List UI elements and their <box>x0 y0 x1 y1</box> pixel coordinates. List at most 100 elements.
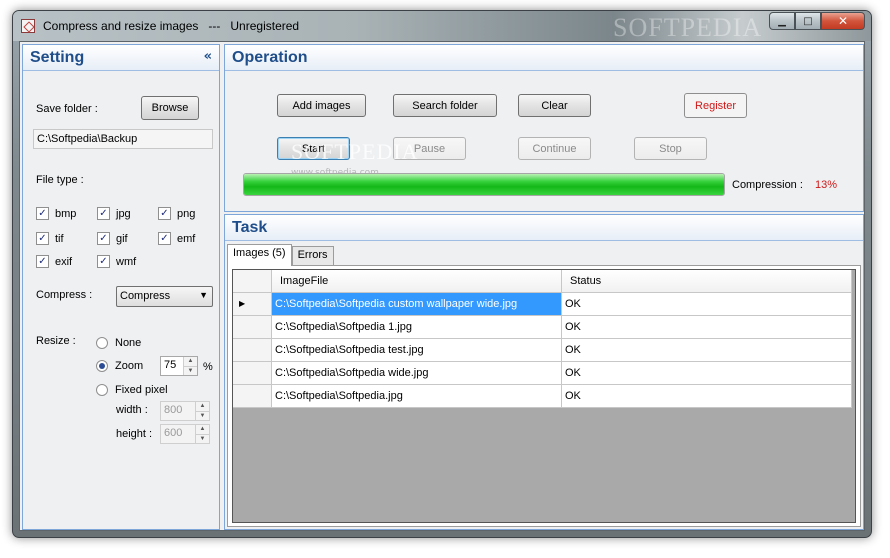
cell-imagefile[interactable]: C:\Softpedia\Softpedia 1.jpg <box>272 316 562 339</box>
radio-zoom[interactable]: Zoom <box>96 360 143 372</box>
grid-header-row: ImageFile Status <box>233 270 852 293</box>
radio-none[interactable]: None <box>96 337 141 349</box>
zoom-unit: % <box>203 361 213 373</box>
check-icon: ✓ <box>36 232 49 245</box>
image-grid[interactable]: ImageFile Status ▶ C:\Softpedia\Softpedi… <box>232 269 856 523</box>
cell-imagefile[interactable]: C:\Softpedia\Softpedia test.jpg <box>272 339 562 362</box>
radio-circle <box>96 384 108 396</box>
row-header[interactable] <box>233 316 272 339</box>
zoom-stepper[interactable]: 75 ▲ ▼ <box>160 356 198 376</box>
dropdown-arrow-icon: ▼ <box>199 290 208 300</box>
table-row[interactable]: C:\Softpedia\Softpedia 1.jpg OK <box>233 316 852 339</box>
table-row[interactable]: ▶ C:\Softpedia\Softpedia custom wallpape… <box>233 293 852 316</box>
compress-select-value: Compress <box>120 290 171 302</box>
window-title: Compress and resize images --- Unregiste… <box>43 19 300 33</box>
cell-status[interactable]: OK <box>562 362 852 385</box>
height-stepper[interactable]: 600 ▲ ▼ <box>160 424 210 444</box>
radio-circle-selected <box>96 360 108 372</box>
maximize-button[interactable]: □ <box>795 12 821 30</box>
table-row[interactable]: C:\Softpedia\Softpedia wide.jpg OK <box>233 362 852 385</box>
setting-panel: Setting « Save folder : Browse C:\Softpe… <box>22 44 220 530</box>
resize-label: Resize : <box>36 335 76 347</box>
corner-header <box>233 270 272 293</box>
start-button[interactable]: Start <box>277 137 350 160</box>
chevron-down-icon: ▼ <box>196 433 209 443</box>
row-header[interactable] <box>233 385 272 408</box>
chevron-up-icon: ▲ <box>196 402 209 411</box>
compress-label: Compress : <box>36 289 93 301</box>
chevron-up-icon: ▲ <box>196 425 209 434</box>
checkbox-png[interactable]: ✓ png <box>158 207 195 220</box>
continue-button[interactable]: Continue <box>518 137 591 160</box>
cell-status[interactable]: OK <box>562 385 852 408</box>
tab-errors[interactable]: Errors <box>291 246 334 266</box>
checkbox-exif[interactable]: ✓ exif <box>36 255 72 268</box>
register-button[interactable]: Register <box>684 93 747 118</box>
tab-content: ImageFile Status ▶ C:\Softpedia\Softpedi… <box>227 265 861 527</box>
row-header[interactable]: ▶ <box>233 293 272 316</box>
task-header: Task <box>225 215 863 241</box>
cell-status[interactable]: OK <box>562 293 852 316</box>
table-row[interactable]: C:\Softpedia\Softpedia.jpg OK <box>233 385 852 408</box>
chevron-up-icon: ▲ <box>184 357 197 366</box>
cell-imagefile[interactable]: C:\Softpedia\Softpedia wide.jpg <box>272 362 562 385</box>
table-row[interactable]: C:\Softpedia\Softpedia test.jpg OK <box>233 339 852 362</box>
tab-images[interactable]: Images (5) <box>227 244 292 266</box>
operation-header: Operation <box>225 45 863 71</box>
app-window: Compress and resize images --- Unregiste… <box>12 10 872 538</box>
height-label: height : <box>116 428 153 440</box>
search-folder-button[interactable]: Search folder <box>393 94 497 117</box>
check-icon: ✓ <box>36 207 49 220</box>
check-icon: ✓ <box>97 207 110 220</box>
chevron-down-icon: ▼ <box>184 365 197 375</box>
radio-fixed-pixel[interactable]: Fixed pixel <box>96 384 168 396</box>
clear-button[interactable]: Clear <box>518 94 591 117</box>
checkbox-tif[interactable]: ✓ tif <box>36 232 64 245</box>
title-bar[interactable]: Compress and resize images --- Unregiste… <box>13 11 871 42</box>
check-icon: ✓ <box>36 255 49 268</box>
width-label: width : <box>116 404 148 416</box>
check-icon: ✓ <box>158 232 171 245</box>
minimize-button[interactable]: ▁ <box>769 12 795 30</box>
stop-button[interactable]: Stop <box>634 137 707 160</box>
column-header-imagefile[interactable]: ImageFile <box>272 270 562 293</box>
stepper-arrows[interactable]: ▲ ▼ <box>183 357 197 375</box>
compress-select[interactable]: Compress ▼ <box>116 286 213 307</box>
app-icon <box>21 19 35 33</box>
width-stepper[interactable]: 800 ▲ ▼ <box>160 401 210 421</box>
add-images-button[interactable]: Add images <box>277 94 366 117</box>
cell-status[interactable]: OK <box>562 339 852 362</box>
task-tabs: Images (5) Errors <box>227 244 334 266</box>
cell-imagefile[interactable]: C:\Softpedia\Softpedia.jpg <box>272 385 562 408</box>
row-header[interactable] <box>233 362 272 385</box>
collapse-icon[interactable]: « <box>204 49 212 64</box>
progress-fill <box>244 174 724 195</box>
browse-button[interactable]: Browse <box>141 96 199 120</box>
save-folder-label: Save folder : <box>36 103 98 115</box>
operation-panel: Operation Add images Search folder Clear… <box>224 44 864 212</box>
checkbox-gif[interactable]: ✓ gif <box>97 232 128 245</box>
checkbox-emf[interactable]: ✓ emf <box>158 232 195 245</box>
pause-button[interactable]: Pause <box>393 137 466 160</box>
setting-header: Setting « <box>23 45 219 71</box>
row-header[interactable] <box>233 339 272 362</box>
cell-imagefile[interactable]: C:\Softpedia\Softpedia custom wallpaper … <box>272 293 562 316</box>
column-header-status[interactable]: Status <box>562 270 852 293</box>
compression-label: Compression : <box>732 179 803 191</box>
save-folder-field[interactable]: C:\Softpedia\Backup <box>33 129 213 149</box>
stepper-arrows[interactable]: ▲ ▼ <box>195 425 209 443</box>
cell-status[interactable]: OK <box>562 316 852 339</box>
task-title: Task <box>232 219 268 236</box>
checkbox-jpg[interactable]: ✓ jpg <box>97 207 131 220</box>
file-type-label: File type : <box>36 174 84 186</box>
operation-title: Operation <box>232 49 308 66</box>
check-icon: ✓ <box>97 255 110 268</box>
close-button[interactable]: ✕ <box>821 12 865 30</box>
compression-value: 13% <box>815 179 838 191</box>
check-icon: ✓ <box>97 232 110 245</box>
current-row-icon: ▶ <box>239 299 246 308</box>
checkbox-bmp[interactable]: ✓ bmp <box>36 207 76 220</box>
checkbox-wmf[interactable]: ✓ wmf <box>97 255 136 268</box>
stepper-arrows[interactable]: ▲ ▼ <box>195 402 209 420</box>
window-controls: ▁ □ ✕ <box>769 12 865 30</box>
